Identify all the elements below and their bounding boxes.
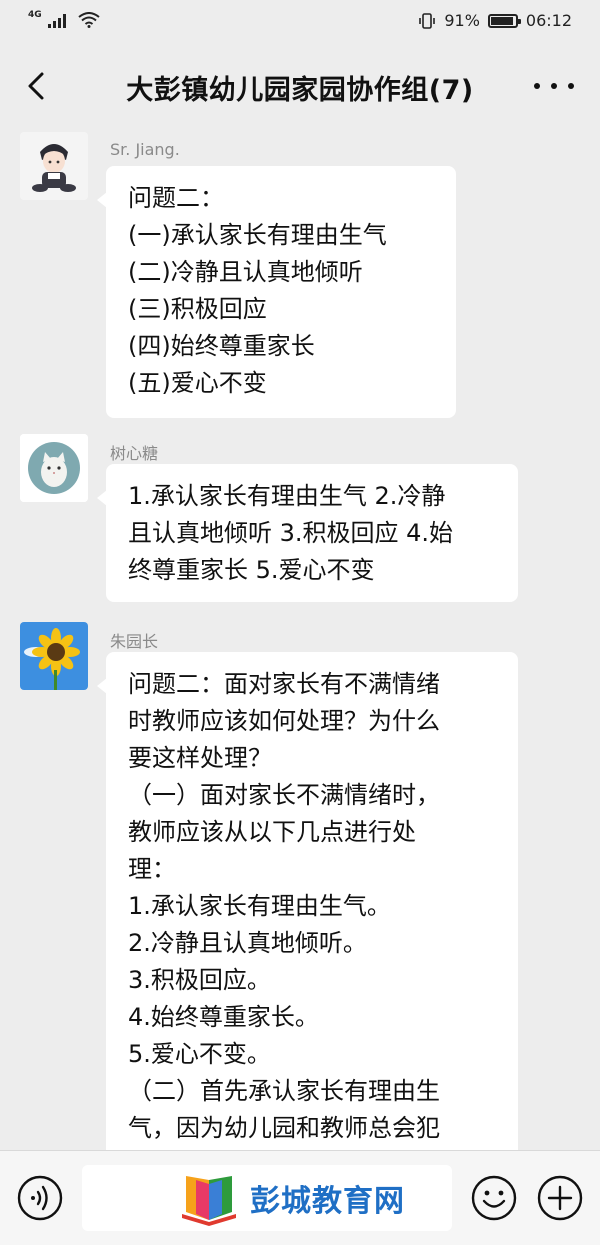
status-left: 4G [28,10,100,28]
message-line: 问题二： [128,184,224,212]
message-line: （一）面对家长不满情绪时， [128,781,440,809]
message-line: 问题二：面对家长有不满情绪 [128,670,440,698]
voice-icon[interactable] [16,1174,64,1222]
clock: 06:12 [525,11,572,30]
message-line: 且认真地倾听 3.积极回应 4.始 [128,519,454,547]
message-line: 1.承认家长有理由生气。 [128,892,391,920]
cartoon-boy-avatar-icon [20,132,88,200]
sender-name: 朱园长 [110,632,159,651]
sender-name: 树心糖 [110,444,159,463]
message-line: 教师应该从以下几点进行处 [128,818,416,846]
message-line: （二）首先承认家长有理由生 [128,1077,440,1105]
avatar[interactable] [20,434,88,502]
message-bubble[interactable]: 1.承认家长有理由生气 2.冷静 且认真地倾听 3.积极回应 4.始 终尊重家长… [97,464,518,602]
message-line: (三)积极回应 [128,295,267,323]
watermark-logo: 彭城教育网 [178,1168,428,1228]
avatar[interactable] [20,622,88,690]
dot-icon [551,83,557,89]
message-list[interactable]: Sr. Jiang. 问题二： (一)承认家长有理由生气 (二)冷静且认真地倾听… [0,128,600,1150]
cat-avatar-icon [20,434,88,502]
wifi-icon [78,12,100,28]
battery-fill [490,16,513,25]
message-line: 时教师应该如何处理？为什么 [128,707,440,735]
signal-icon [47,14,66,28]
plus-icon[interactable] [536,1174,584,1222]
message-line: (二)冷静且认真地倾听 [128,258,363,286]
vibrate-icon [419,12,436,29]
book-logo-icon [182,1176,236,1226]
message-line: 2.冷静且认真地倾听。 [128,929,367,957]
emoji-icon[interactable] [470,1174,518,1222]
status-bar: 4G 91% 06:12 [0,0,600,44]
message-line: 1.承认家长有理由生气 2.冷静 [128,482,446,510]
nav-bar: 大彭镇幼儿园家园协作组(7) [0,44,600,128]
message-line: 5.爱心不变。 [128,1040,271,1068]
message-line: 理： [128,855,176,883]
message-line: (四)始终尊重家长 [128,332,315,360]
message-line: (一)承认家长有理由生气 [128,221,387,249]
status-right: 91% 06:12 [418,11,572,30]
sender-name: Sr. Jiang. [110,140,180,159]
dot-icon [568,83,574,89]
message-bubble[interactable]: 问题二： (一)承认家长有理由生气 (二)冷静且认真地倾听 (三)积极回应 (四… [97,166,456,418]
message-line: 4.始终尊重家长。 [128,1003,319,1031]
chat-title: 大彭镇幼儿园家园协作组(7) [126,75,474,106]
network-type: 4G [28,10,42,20]
message-line: (五)爱心不变 [128,369,267,397]
more-options-button[interactable] [534,74,574,98]
message-line: 终尊重家长 5.爱心不变 [128,556,375,584]
message-line: 气，因为幼儿园和教师总会犯 [128,1114,440,1142]
message-line: 3.积极回应。 [128,966,271,994]
battery-percent: 91% [444,11,480,30]
avatar[interactable] [20,132,88,200]
message-line: 要这样处理？ [128,744,272,772]
message-bubble[interactable]: 问题二：面对家长有不满情绪 时教师应该如何处理？为什么 要这样处理？ （一）面对… [97,652,518,1150]
battery-icon [487,13,521,28]
sunflower-avatar-icon [20,622,88,690]
dot-icon [534,83,540,89]
watermark-text: 彭城教育网 [250,1184,405,1219]
